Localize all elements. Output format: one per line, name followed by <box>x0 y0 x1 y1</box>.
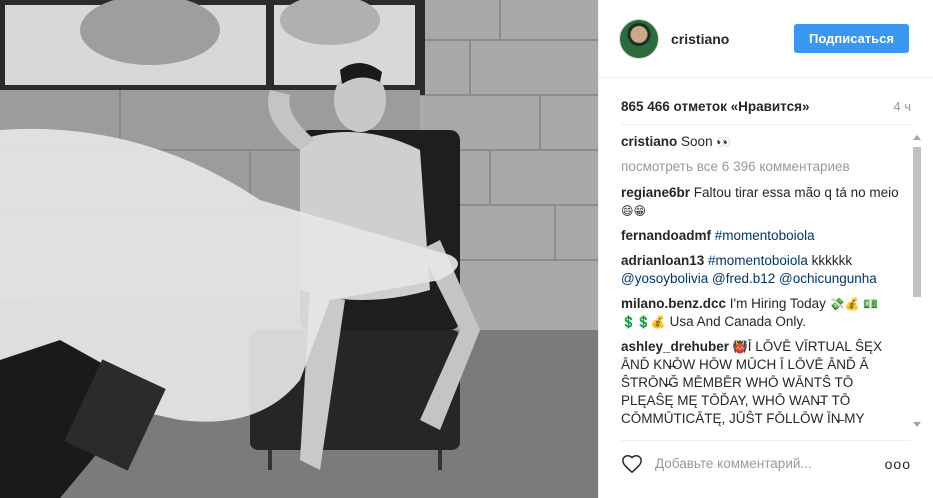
author-username[interactable]: cristiano <box>671 31 729 47</box>
scroll-up-arrow-icon[interactable] <box>913 135 921 140</box>
photo-illustration <box>0 0 598 498</box>
comment-text: Soon <box>681 134 713 149</box>
smile-emoji-icon: 😄😁 <box>621 204 647 218</box>
scrollbar-thumb[interactable] <box>913 147 921 297</box>
post-timestamp[interactable]: 4 ч <box>893 99 911 114</box>
comment-item: adrianloan13 #momentoboiola kkkkkk @yoso… <box>621 252 907 288</box>
mention-links[interactable]: @yosoybolivia @fred.b12 @ochicungunha <box>621 271 877 286</box>
comment-username[interactable]: cristiano <box>621 134 677 149</box>
hashtag-link[interactable]: #momentoboiola <box>715 228 815 243</box>
comment-text: I'm Hiring Today <box>729 296 826 311</box>
ogre-emoji-icon: 👹 <box>732 340 748 354</box>
post-sidebar: cristiano Подписаться 865 466 отметок «Н… <box>598 0 933 498</box>
comments-scrollbar[interactable] <box>911 133 923 429</box>
comment-username[interactable]: regiane6br <box>621 185 690 200</box>
avatar[interactable] <box>619 18 659 59</box>
likes-count[interactable]: 865 466 отметок «Нравится» <box>621 99 810 114</box>
comment-text: Faltou tirar essa mão q tá no meio <box>693 185 899 200</box>
comment-text-2: Usa And Canada Only. <box>669 314 806 329</box>
caption: cristiano Soon 👀 <box>621 133 907 151</box>
hashtag-link[interactable]: #momentoboiola <box>708 253 808 268</box>
comment-username[interactable]: adrianloan13 <box>621 253 704 268</box>
post-photo[interactable] <box>0 0 598 498</box>
comment-text: kkkkkk <box>811 253 853 268</box>
comment-item: milano.benz.dcc I'm Hiring Today 💸💰 💵💲💲💰… <box>621 295 907 331</box>
comment-username[interactable]: ashley_drehuber <box>621 339 729 354</box>
comment-username[interactable]: milano.benz.dcc <box>621 296 726 311</box>
more-options-icon[interactable]: ooo <box>885 456 911 472</box>
divider <box>621 124 911 125</box>
scroll-down-arrow-icon[interactable] <box>913 422 921 427</box>
post-header: cristiano Подписаться <box>599 0 933 78</box>
comment-item: fernandoadmf #momentoboiola <box>621 227 907 245</box>
comment-item: ashley_drehuber 👹Ī LŌVĒ VĪRTUAL ŜĘX ĀNĎ … <box>621 338 907 426</box>
follow-button[interactable]: Подписаться <box>794 24 909 53</box>
comment-username[interactable]: fernandoadmf <box>621 228 711 243</box>
comment-bar: ooo <box>621 440 911 486</box>
comment-item: regiane6br Faltou tirar essa mão q tá no… <box>621 184 907 220</box>
eyes-emoji-icon: 👀 <box>716 135 732 149</box>
view-all-comments-link[interactable]: посмотреть все 6 396 комментариев <box>621 158 907 176</box>
money-emoji-icon: 💸💰 <box>829 297 860 311</box>
comments-list: cristiano Soon 👀 посмотреть все 6 396 ко… <box>621 133 907 426</box>
heart-outline-icon[interactable] <box>621 453 643 475</box>
likes-row: 865 466 отметок «Нравится» 4 ч <box>621 96 911 116</box>
instagram-post: cristiano Подписаться 865 466 отметок «Н… <box>0 0 933 498</box>
add-comment-input[interactable] <box>655 456 885 471</box>
